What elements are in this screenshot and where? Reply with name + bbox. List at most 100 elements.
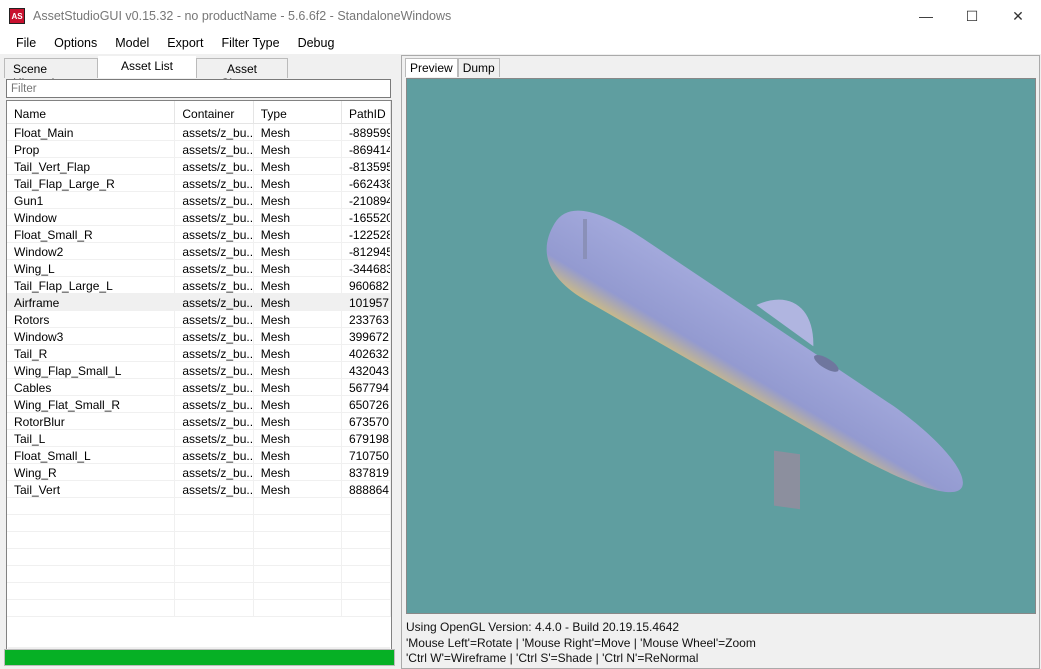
table-row[interactable]: Wing_Flap_Small_L assets/z_bu... Mesh 43204…: [7, 362, 391, 379]
table-row[interactable]: Tail_Flap_Large_R assets/z_bu... Mesh -6624…: [7, 175, 391, 192]
table-row[interactable]: Float_Small_R assets/z_bu... Mesh -122528: [7, 226, 391, 243]
empty-row: [7, 600, 391, 617]
table-row[interactable]: Float_Small_L assets/z_bu... Mesh 710750: [7, 447, 391, 464]
cell-name: Cables: [7, 379, 176, 395]
menu-debug[interactable]: Debug: [289, 36, 344, 50]
empty-cell: [7, 532, 176, 548]
maximize-button[interactable]: ☐: [949, 0, 995, 32]
empty-cell: [254, 498, 342, 514]
cell-type: Mesh: [254, 447, 342, 463]
cell-container: assets/z_bu...: [175, 379, 254, 395]
table-row[interactable]: Tail_R assets/z_bu... Mesh 402632: [7, 345, 391, 362]
empty-cell: [175, 583, 254, 599]
cell-type: Mesh: [254, 464, 342, 480]
model-preview-viewport[interactable]: [406, 78, 1036, 614]
menu-filter-type[interactable]: Filter Type: [212, 36, 288, 50]
cell-pathid: 402632: [342, 345, 391, 361]
empty-cell: [7, 498, 176, 514]
cell-name: Tail_L: [7, 430, 176, 446]
asset-list: Name Container Type PathID Float_Main ass…: [6, 100, 392, 666]
cell-container: assets/z_bu...: [175, 362, 254, 378]
cell-pathid: 650726: [342, 396, 391, 412]
cell-pathid: 567794: [342, 379, 391, 395]
tab-scene-hierarchy[interactable]: Scene Hierarchy: [4, 58, 98, 90]
table-row[interactable]: Wing_Flat_Small_R assets/z_bu... Mesh 65072…: [7, 396, 391, 413]
table-row[interactable]: Window3 assets/z_bu... Mesh 399672: [7, 328, 391, 345]
table-row[interactable]: Tail_Vert_Flap assets/z_bu... Mesh -813595: [7, 158, 391, 175]
cell-pathid: -122528: [342, 226, 391, 242]
cell-container: assets/z_bu...: [175, 396, 254, 412]
table-row[interactable]: Float_Main assets/z_bu... Mesh -889599: [7, 124, 391, 141]
table-row[interactable]: RotorBlur assets/z_bu... Mesh 673570: [7, 413, 391, 430]
cell-type: Mesh: [254, 260, 342, 276]
progress-bar: [4, 649, 395, 666]
table-row[interactable]: Prop assets/z_bu... Mesh -869414: [7, 141, 391, 158]
cell-type: Mesh: [254, 345, 342, 361]
table-row[interactable]: Wing_L assets/z_bu... Mesh -344683: [7, 260, 391, 277]
cell-pathid: -210894: [342, 192, 391, 208]
table-row[interactable]: Tail_Vert assets/z_bu... Mesh 888864: [7, 481, 391, 498]
filter-input[interactable]: [6, 79, 391, 98]
menu-export[interactable]: Export: [158, 36, 212, 50]
cell-type: Mesh: [254, 192, 342, 208]
cell-pathid: 101957: [342, 294, 391, 310]
cell-pathid: 233763: [342, 311, 391, 327]
tab-preview[interactable]: Preview: [405, 58, 458, 77]
cell-container: assets/z_bu...: [175, 413, 254, 429]
table-row[interactable]: Gun1 assets/z_bu... Mesh -210894: [7, 192, 391, 209]
cell-type: Mesh: [254, 175, 342, 191]
menu-model[interactable]: Model: [106, 36, 158, 50]
empty-cell: [254, 600, 342, 616]
close-button[interactable]: ✕: [995, 0, 1041, 32]
menu-file[interactable]: File: [7, 36, 45, 50]
empty-cell: [342, 532, 391, 548]
cell-type: Mesh: [254, 277, 342, 293]
column-type[interactable]: Type: [254, 101, 342, 123]
cell-type: Mesh: [254, 141, 342, 157]
table-row[interactable]: Window2 assets/z_bu... Mesh -812945: [7, 243, 391, 260]
cell-type: Mesh: [254, 481, 342, 497]
menu-options[interactable]: Options: [45, 36, 106, 50]
empty-row: [7, 566, 391, 583]
tab-dump[interactable]: Dump: [457, 58, 500, 77]
cell-type: Mesh: [254, 243, 342, 259]
table-row[interactable]: Tail_L assets/z_bu... Mesh 679198: [7, 430, 391, 447]
cell-name: Tail_Vert_Flap: [7, 158, 176, 174]
tab-asset-list[interactable]: Asset List: [98, 56, 196, 78]
cell-container: assets/z_bu...: [175, 464, 254, 480]
empty-cell: [7, 515, 176, 531]
column-name[interactable]: Name: [7, 101, 176, 123]
cell-name: Float_Small_L: [7, 447, 176, 463]
empty-cell: [254, 515, 342, 531]
table-row[interactable]: Airframe assets/z_bu... Mesh 101957: [7, 294, 391, 311]
table-row[interactable]: Cables assets/z_bu... Mesh 567794: [7, 379, 391, 396]
table-row[interactable]: Rotors assets/z_bu... Mesh 233763: [7, 311, 391, 328]
cell-container: assets/z_bu...: [175, 328, 254, 344]
cell-name: RotorBlur: [7, 413, 176, 429]
empty-cell: [342, 583, 391, 599]
cell-pathid: 399672: [342, 328, 391, 344]
minimize-button[interactable]: —: [903, 0, 949, 32]
cell-type: Mesh: [254, 413, 342, 429]
cell-container: assets/z_bu...: [175, 294, 254, 310]
cell-container: assets/z_bu...: [175, 243, 254, 259]
cell-container: assets/z_bu...: [175, 226, 254, 242]
cell-container: assets/z_bu...: [175, 277, 254, 293]
list-header: Name Container Type PathID: [7, 101, 391, 124]
empty-cell: [7, 549, 176, 565]
table-row[interactable]: Wing_R assets/z_bu... Mesh 837819: [7, 464, 391, 481]
column-container[interactable]: Container: [175, 101, 254, 123]
table-row[interactable]: Window assets/z_bu... Mesh -165520: [7, 209, 391, 226]
empty-cell: [254, 566, 342, 582]
tab-asset-classes[interactable]: Asset Classes: [196, 58, 288, 90]
cell-container: assets/z_bu...: [175, 311, 254, 327]
cell-name: Tail_R: [7, 345, 176, 361]
cell-name: Rotors: [7, 311, 176, 327]
empty-cell: [175, 549, 254, 565]
column-pathid[interactable]: PathID: [342, 101, 391, 123]
empty-cell: [7, 600, 176, 616]
cell-type: Mesh: [254, 158, 342, 174]
table-row[interactable]: Tail_Flap_Large_L assets/z_bu... Mesh 96068…: [7, 277, 391, 294]
cell-pathid: 673570: [342, 413, 391, 429]
cell-name: Wing_R: [7, 464, 176, 480]
